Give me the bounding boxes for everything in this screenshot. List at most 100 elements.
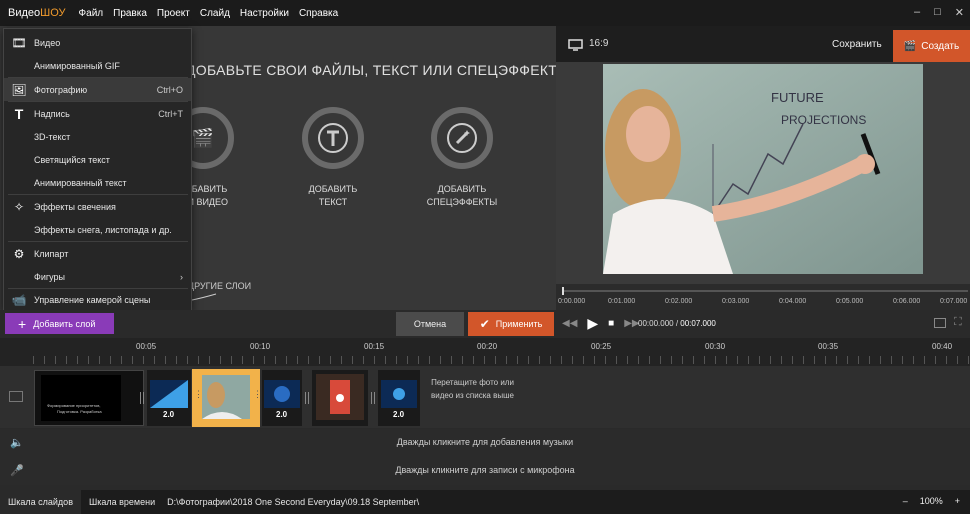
timeline-tick-label: 00:40 [932,342,953,351]
dropdown-label: Управление камерой сцены [34,294,151,305]
menu-help[interactable]: Справка [294,8,343,19]
maximize-icon[interactable]: □ [934,6,941,19]
cancel-button[interactable]: Отмена [396,312,464,336]
title-slide-text: Формирование приоритетов, [47,403,101,408]
slides-track-icon [9,391,23,402]
dropdown-label: Эффекты свечения [34,201,116,212]
menu-project[interactable]: Проект [152,8,195,19]
mic-track-hint: Дважды кликните для записи с микрофона [395,465,575,475]
dropdown-label: Анимированный GIF [34,60,120,71]
microphone-track[interactable]: 🎤 Дважды кликните для записи с микрофона [0,457,970,485]
dropdown-label: Фотографию [34,84,88,95]
music-track-hint: Дважды кликните для добавления музыки [396,437,574,447]
preview-timeline-ruler[interactable]: 0:00.000 0:01.000 0:02.000 0:03.000 0:04… [556,284,970,310]
drag-handle-icon[interactable]: ⋮ [253,389,262,400]
stop-icon[interactable]: ■ [608,318,614,329]
menu-slide[interactable]: Слайд [195,8,235,19]
film-icon: 🎞 [11,35,27,50]
previous-icon[interactable]: ◀◀ [562,318,577,329]
video-preview[interactable]: FUTURE PROJECTIONS [603,64,923,274]
add-text-circle [302,107,364,169]
dropdown-item-animated-text[interactable]: Анимированный текст [4,171,191,194]
preview-progress-track [562,290,968,292]
add-effects-tile[interactable] [431,107,493,169]
text-icon: T [14,105,24,122]
timeline-ruler[interactable]: 00:05 00:10 00:15 00:20 00:25 00:30 00:3… [0,338,970,366]
gear-icon: ⚙ [13,246,25,261]
create-button[interactable]: 🎬 Создать [893,30,970,62]
slide-clip-5[interactable]: 2.0 [378,370,420,426]
image-icon: 🖼 [11,82,27,97]
transition-handle[interactable] [371,392,375,404]
transition-handle[interactable] [305,392,309,404]
slide-clip-3[interactable]: 2.0 [262,370,302,426]
preview-playhead[interactable] [562,287,564,295]
dropdown-label: Анимированный текст [34,177,127,188]
apply-button[interactable]: ✔ Применить [468,312,554,336]
slide-clip-selected[interactable]: ⋮ ⋮ [192,369,262,427]
zoom-level: 100% [919,496,943,506]
dropdown-item-shapes[interactable]: Фигуры › [4,265,191,288]
total-time: 00:07.000 [680,319,716,328]
dropdown-item-gif[interactable]: Анимированный GIF [4,54,191,77]
add-layer-label: Добавить слой [33,318,96,329]
slide-clip-4[interactable] [312,370,368,426]
create-label: Создать [921,40,960,52]
check-icon: ✔ [479,317,490,331]
slide-clip-title[interactable]: Формирование приоритетов, Подготовка. Ра… [34,370,144,426]
clip-thumbnail [381,380,417,408]
dropdown-item-glow-effects[interactable]: ✧ Эффекты свечения [4,195,191,218]
drag-handle-icon[interactable]: ⋮ [194,389,203,400]
clip-duration: 2.0 [393,410,405,419]
zoom-in-icon[interactable]: + [955,496,960,506]
clip-thumbnail [150,380,188,408]
tab-slides-scale[interactable]: Шкала слайдов [0,490,81,514]
dropdown-label: Надпись [34,108,70,119]
tab-timeline-scale[interactable]: Шкала времени [81,490,163,514]
ruler-label: 0:04.000 [779,298,807,305]
clip-thumbnail [202,375,250,419]
minimize-icon[interactable]: – [914,6,920,19]
music-track[interactable]: 🔈 Дважды кликните для добавления музыки [0,429,970,457]
dropdown-item-clipart[interactable]: ⚙ Клипарт [4,242,191,265]
aspect-ratio-selector[interactable]: 16:9 [589,38,608,49]
ruler-label: 0:07.000 [940,298,968,305]
dropdown-label: Фигуры [34,271,66,282]
ruler-label: 0:03.000 [722,298,750,305]
board-text: PROJECTIONS [781,113,866,127]
save-button[interactable]: Сохранить [832,39,882,50]
add-text-tile[interactable] [302,107,364,169]
caption-line: ТЕКСТ [318,197,348,207]
dropdown-item-3d-text[interactable]: 3D-текст [4,125,191,148]
dropdown-item-glow-text[interactable]: Светящийся текст [4,148,191,171]
snapshot-icon[interactable] [934,318,946,328]
film-icon: 🎬 [903,40,917,52]
dropdown-shortcut: Ctrl+T [158,108,183,119]
dropdown-item-photo[interactable]: 🖼 Фотографию Ctrl+O [4,78,191,101]
playback-controls: ◀◀ ▶ ■ ▶▶ [562,315,640,332]
timeline-tick-label: 00:25 [591,342,612,351]
add-text-caption: ДОБАВИТЬ ТЕКСТ [292,183,374,209]
other-layers-arrow-icon [191,293,217,301]
close-icon[interactable]: ✕ [955,6,964,19]
menu-edit[interactable]: Правка [108,8,152,19]
zoom-out-icon[interactable]: – [903,496,908,506]
magic-wand-icon: ✧ [13,199,25,214]
add-layer-dropdown: 🎞 Видео Анимированный GIF 🖼 Фотографию Ctrl… [3,28,192,311]
play-icon[interactable]: ▶ [587,315,598,332]
dropdown-item-video[interactable]: 🎞 Видео [4,31,191,54]
dropdown-item-caption[interactable]: T Надпись Ctrl+T [4,102,191,125]
dropdown-shortcut: Ctrl+O [156,84,183,95]
dropdown-item-camera[interactable]: 📹 Управление камерой сцены [4,288,191,311]
app-logo: ВидеоШОУ [0,7,74,19]
transition-handle[interactable] [140,392,144,404]
text-circle-icon [318,123,348,153]
menu-settings[interactable]: Настройки [235,8,294,19]
add-layer-button[interactable]: + Добавить слой [5,313,114,334]
dropdown-item-snow-effects[interactable]: Эффекты снега, листопада и др. [4,218,191,241]
dropdown-label: Видео [34,37,61,48]
video-frame-image: FUTURE PROJECTIONS [603,64,923,274]
menu-file[interactable]: Файл [74,8,109,19]
slide-clip-2[interactable]: 2.0 [147,370,191,426]
fullscreen-icon[interactable]: ⛶ [954,316,962,329]
